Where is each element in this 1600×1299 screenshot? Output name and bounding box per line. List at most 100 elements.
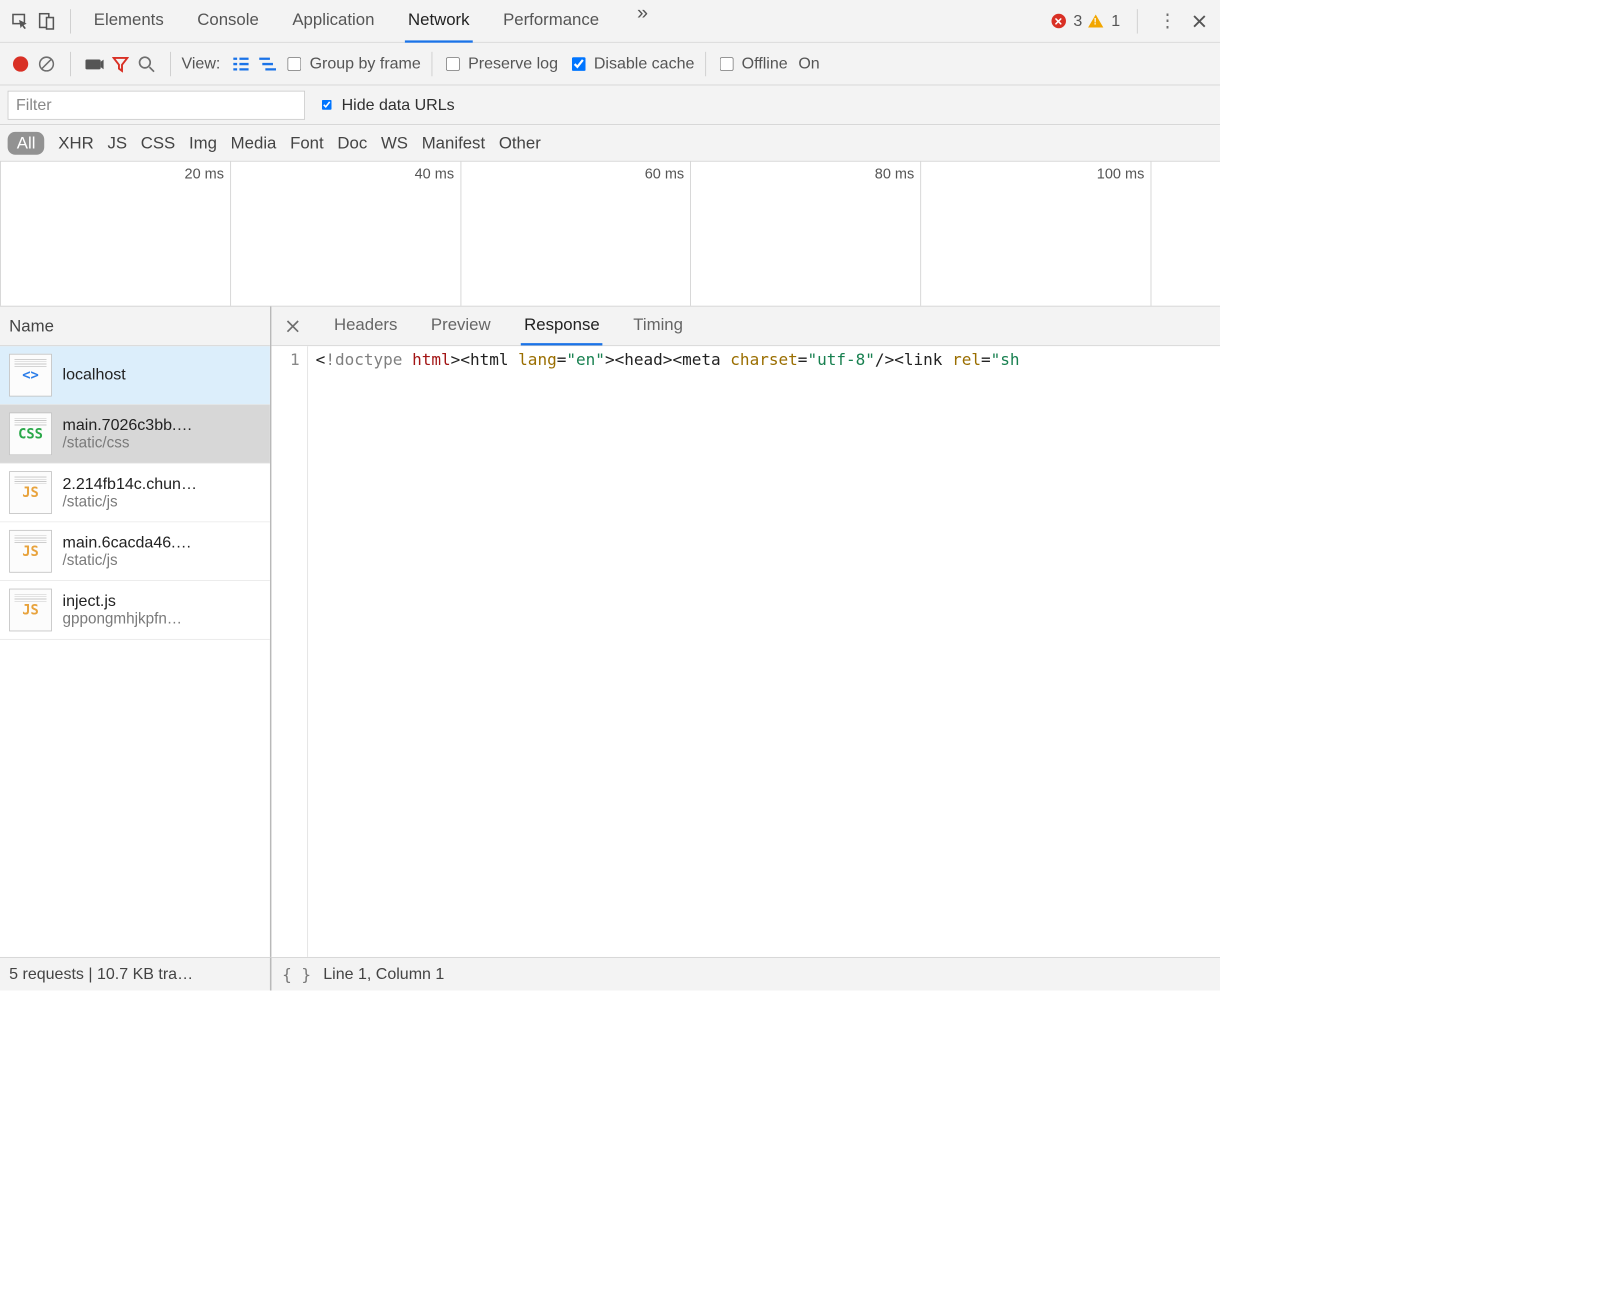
tab-application[interactable]: Application [289, 0, 377, 42]
offline-checkbox[interactable]: Offline [717, 55, 788, 73]
kebab-menu-icon[interactable]: ⋮ [1154, 8, 1180, 34]
response-body[interactable]: 1 <!doctype html><html lang="en"><head><… [271, 346, 1220, 957]
status-summary: 5 requests | 10.7 KB tra… [0, 958, 271, 991]
warnings-count: 1 [1111, 12, 1120, 30]
network-toolbar: View: Group by frame Preserve log Disabl… [0, 43, 1220, 86]
view-label: View: [181, 55, 220, 73]
type-xhr[interactable]: XHR [58, 133, 93, 153]
detail-tab-headers[interactable]: Headers [331, 307, 401, 346]
pretty-print-icon[interactable]: { } [282, 965, 311, 983]
errors-count: 3 [1073, 12, 1082, 30]
offline-input[interactable] [720, 57, 734, 71]
inspect-element-icon[interactable] [8, 8, 34, 34]
panel-tabs: Elements Console Application Network Per… [91, 0, 1051, 42]
request-list-pane: Name <>localhostCSSmain.7026c3bb.…/stati… [0, 307, 271, 957]
detail-tab-response[interactable]: Response [521, 307, 603, 346]
main-split: Name <>localhostCSSmain.7026c3bb.…/stati… [0, 307, 1220, 957]
request-row[interactable]: JS main.6cacda46.…/static/js [0, 522, 270, 581]
divider [1137, 9, 1138, 33]
hide-data-urls-input[interactable] [322, 100, 332, 110]
type-doc[interactable]: Doc [337, 133, 367, 153]
timeline-tick: 40 ms [415, 166, 454, 183]
filter-input[interactable] [8, 90, 305, 119]
detail-tab-timing[interactable]: Timing [630, 307, 686, 346]
tab-console[interactable]: Console [194, 0, 262, 42]
type-css[interactable]: CSS [141, 133, 176, 153]
capture-screenshots-icon[interactable] [82, 51, 108, 77]
request-row[interactable]: JS 2.214fb14c.chun…/static/js [0, 464, 270, 523]
request-row[interactable]: <> localhost [0, 346, 270, 405]
request-detail-pane: Headers Preview Response Timing 1 <!doct… [271, 307, 1220, 957]
response-code: <!doctype html><html lang="en"><head><me… [308, 346, 1020, 957]
html-file-icon: <> [9, 354, 52, 397]
divider [70, 51, 71, 75]
tab-performance[interactable]: Performance [500, 0, 602, 42]
type-manifest[interactable]: Manifest [422, 133, 485, 153]
filter-row: Hide data URLs [0, 85, 1220, 125]
warnings-icon[interactable] [1088, 14, 1103, 27]
detail-tab-preview[interactable]: Preview [428, 307, 494, 346]
offline-label: Offline [742, 55, 788, 73]
hide-data-urls-checkbox[interactable]: Hide data URLs [319, 96, 455, 114]
request-row[interactable]: JS inject.jsgppongmhjkpfn… [0, 581, 270, 640]
js-file-icon: JS [9, 589, 52, 632]
tab-elements[interactable]: Elements [91, 0, 167, 42]
devtools-tab-bar: Elements Console Application Network Per… [0, 0, 1220, 43]
request-list-header[interactable]: Name [0, 307, 270, 347]
errors-icon[interactable] [1051, 14, 1065, 28]
disable-cache-label: Disable cache [594, 55, 695, 73]
toggle-device-icon[interactable] [34, 8, 60, 34]
css-file-icon: CSS [9, 413, 52, 456]
preserve-log-checkbox[interactable]: Preserve log [443, 55, 558, 73]
timeline-tick: 60 ms [645, 166, 684, 183]
request-name: inject.js [63, 592, 183, 610]
request-path: gppongmhjkpfn… [63, 610, 183, 628]
group-by-frame-checkbox[interactable]: Group by frame [284, 55, 420, 73]
preserve-log-label: Preserve log [468, 55, 558, 73]
js-file-icon: JS [9, 530, 52, 573]
search-icon[interactable] [133, 51, 159, 77]
request-name: main.7026c3bb.… [63, 416, 193, 434]
request-name: localhost [63, 366, 126, 384]
disable-cache-checkbox[interactable]: Disable cache [569, 55, 695, 73]
js-file-icon: JS [9, 471, 52, 514]
type-media[interactable]: Media [231, 133, 277, 153]
preserve-log-input[interactable] [446, 57, 460, 71]
filter-icon[interactable] [108, 51, 134, 77]
divider [705, 51, 706, 75]
close-devtools-icon[interactable] [1186, 8, 1212, 34]
request-path: /static/css [63, 434, 193, 452]
status-bar: 5 requests | 10.7 KB tra… { } Line 1, Co… [0, 957, 1220, 991]
tab-network[interactable]: Network [405, 0, 473, 42]
divider [170, 51, 171, 75]
hide-data-urls-label: Hide data URLs [342, 96, 455, 114]
group-by-frame-input[interactable] [287, 57, 301, 71]
more-tabs-icon[interactable]: » [630, 0, 656, 26]
type-other[interactable]: Other [499, 133, 541, 153]
online-select[interactable]: On [798, 55, 819, 73]
disable-cache-input[interactable] [572, 57, 586, 71]
record-icon[interactable] [8, 51, 34, 77]
timeline-overview[interactable]: 20 ms 40 ms 60 ms 80 ms 100 ms [0, 162, 1220, 307]
waterfall-view-icon[interactable] [254, 51, 280, 77]
large-rows-icon[interactable] [228, 51, 254, 77]
request-path: /static/js [63, 493, 197, 511]
divider [70, 9, 71, 33]
request-list: <> localhost CSS main.7026c3bb.…/static/css… [0, 346, 270, 957]
type-js[interactable]: JS [107, 133, 127, 153]
request-name: main.6cacda46.… [63, 533, 192, 551]
timeline-tick: 100 ms [1097, 166, 1145, 183]
cursor-position: Line 1, Column 1 [323, 965, 444, 983]
clear-icon[interactable] [34, 51, 60, 77]
type-img[interactable]: Img [189, 133, 217, 153]
resource-type-filter: All XHR JS CSS Img Media Font Doc WS Man… [0, 125, 1220, 162]
request-path: /static/js [63, 552, 192, 570]
timeline-tick: 20 ms [185, 166, 224, 183]
close-detail-icon[interactable] [282, 307, 303, 346]
request-row[interactable]: CSS main.7026c3bb.…/static/css [0, 405, 270, 464]
type-font[interactable]: Font [290, 133, 324, 153]
type-all[interactable]: All [8, 132, 45, 155]
request-name: 2.214fb14c.chun… [63, 475, 197, 493]
type-ws[interactable]: WS [381, 133, 408, 153]
timeline-tick: 80 ms [875, 166, 914, 183]
